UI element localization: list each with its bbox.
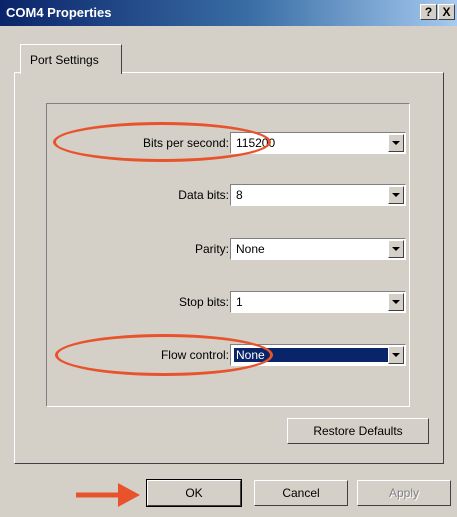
bits-per-second-select[interactable]: 115200 [230, 132, 406, 154]
bits-per-second-value: 115200 [236, 136, 276, 150]
properties-dialog: COM4 Properties ? X Port Settings Bits p… [0, 0, 457, 517]
stop-bits-row: Stop bits: 1 [47, 291, 411, 313]
apply-button[interactable]: Apply [357, 480, 451, 506]
settings-group: Bits per second: 115200 Data bits: 8 Par… [46, 103, 410, 407]
title-bar: COM4 Properties ? X [0, 0, 457, 26]
stop-bits-select[interactable]: 1 [230, 291, 406, 313]
restore-defaults-button[interactable]: Restore Defaults [287, 418, 429, 444]
cancel-label: Cancel [282, 486, 320, 500]
window-title: COM4 Properties [6, 5, 112, 20]
ok-label: OK [185, 486, 203, 500]
parity-select[interactable]: None [230, 238, 406, 260]
cancel-button[interactable]: Cancel [254, 480, 348, 506]
data-bits-label: Data bits: [178, 188, 229, 202]
port-settings-panel: Bits per second: 115200 Data bits: 8 Par… [14, 72, 444, 464]
tab-label: Port Settings [30, 53, 99, 67]
bits-per-second-label: Bits per second: [142, 136, 229, 150]
close-icon: X [442, 5, 451, 19]
chevron-down-icon[interactable] [388, 240, 404, 258]
flow-control-row: Flow control: None [47, 344, 411, 366]
chevron-down-icon[interactable] [388, 293, 404, 311]
parity-row: Parity: None [47, 238, 411, 260]
restore-defaults-label: Restore Defaults [313, 424, 403, 438]
ok-button[interactable]: OK [146, 479, 242, 507]
flow-control-label: Flow control: [160, 348, 229, 362]
stop-bits-label: Stop bits: [178, 295, 229, 309]
parity-label: Parity: [194, 242, 229, 256]
close-button[interactable]: X [438, 4, 455, 20]
apply-label: Apply [388, 486, 420, 500]
help-button[interactable]: ? [420, 4, 437, 20]
flow-control-select[interactable]: None [230, 344, 406, 366]
data-bits-value: 8 [236, 188, 243, 202]
chevron-down-icon[interactable] [388, 134, 404, 152]
chevron-down-icon[interactable] [388, 346, 404, 364]
chevron-down-icon[interactable] [388, 186, 404, 204]
parity-value: None [236, 242, 265, 256]
tab-port-settings[interactable]: Port Settings [20, 44, 122, 74]
pointer-arrow-icon [76, 483, 140, 507]
flow-control-value: None [234, 348, 402, 362]
data-bits-row: Data bits: 8 [47, 184, 411, 206]
bits-per-second-row: Bits per second: 115200 [47, 132, 411, 154]
stop-bits-value: 1 [236, 295, 243, 309]
help-icon: ? [424, 5, 433, 19]
data-bits-select[interactable]: 8 [230, 184, 406, 206]
